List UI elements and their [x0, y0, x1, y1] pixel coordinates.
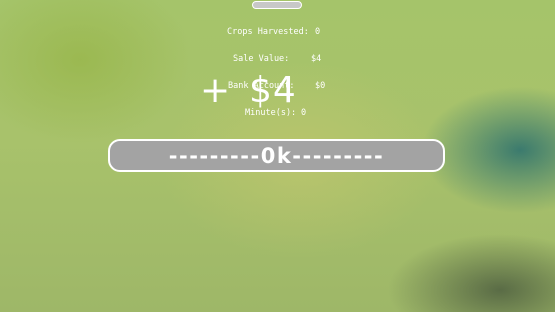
crops-harvested-value: 0	[315, 27, 321, 37]
crops-harvested-row: Crops Harvested: 0	[200, 28, 360, 37]
gain-amount: $4	[249, 70, 297, 111]
gain-sign: +	[200, 70, 232, 111]
top-menu-tab[interactable]	[252, 1, 302, 9]
ok-button[interactable]: ---------0k---------	[108, 139, 445, 172]
bank-account-value: $0	[315, 81, 326, 91]
sale-value-label: Sale Value:	[233, 54, 290, 64]
minutes-value: 0	[301, 108, 307, 118]
sale-value-value: $4	[311, 54, 322, 64]
sale-value-row: Sale Value: $4	[200, 55, 360, 64]
crops-harvested-label: Crops Harvested:	[227, 27, 309, 37]
